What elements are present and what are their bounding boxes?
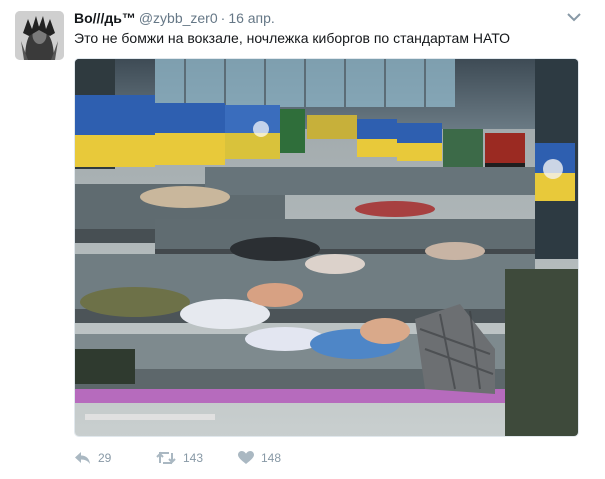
user-handle[interactable]: @zybb_zer0	[139, 10, 218, 26]
like-count: 148	[261, 451, 282, 465]
photo-illustration	[75, 59, 578, 436]
tweet-photo[interactable]	[74, 58, 579, 437]
reply-icon	[75, 452, 90, 464]
tweet-text: Это не бомжи на вокзале, ночлежка киборг…	[74, 30, 511, 46]
tweet-header: Во///дь™ @zybb_zer0 · 16 апр.	[74, 9, 275, 27]
separator: ·	[220, 10, 226, 26]
tweet: Во///дь™ @zybb_zer0 · 16 апр. Это не бомжи …	[0, 0, 605, 479]
retweet-count: 143	[183, 451, 204, 465]
timestamp[interactable]: 16 апр.	[228, 10, 275, 26]
chevron-down-icon[interactable]	[566, 10, 582, 22]
reply-button[interactable]: 29	[74, 449, 111, 467]
avatar[interactable]	[15, 11, 64, 60]
like-button[interactable]: 148	[238, 449, 281, 467]
heart-icon	[238, 451, 254, 464]
display-name[interactable]: Во///дь™	[74, 10, 136, 26]
retweet-button[interactable]: 143	[156, 449, 203, 467]
retweet-icon	[156, 451, 176, 465]
reply-count: 29	[98, 451, 112, 465]
